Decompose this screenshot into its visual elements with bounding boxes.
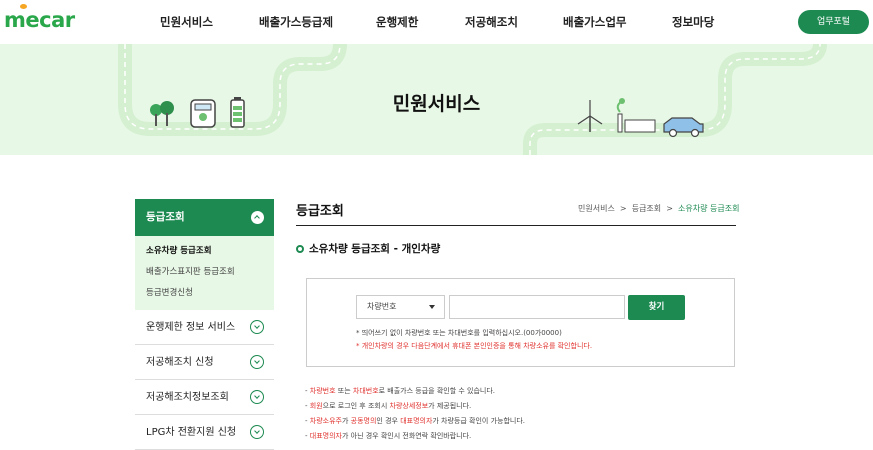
chevron-down-icon [250,390,264,404]
sidebar-item-lpg-conversion[interactable]: LPG차 전환지원 신청 [135,415,274,450]
caret-down-icon [429,305,435,309]
info-note-segment: 으로 로그인 후 조회시 [322,402,390,410]
page-title: 등급조회 [296,204,344,219]
search-type-select[interactable]: 차량번호 [356,295,445,319]
sidebar-subitem-emission-sign[interactable]: 배출가스표지판 등급조회 [146,265,274,286]
info-note-segment: 인 경우 [376,417,401,425]
breadcrumb-item[interactable]: 등급조회 [632,204,661,213]
info-note-segment: 로 배출가스 등급을 확인할 수 있습니다. [378,387,496,395]
main-nav: 민원서비스 배출가스등급제 운행제한 저공해조치 배출가스업무 정보마당 [0,14,873,32]
info-note-line: - 차량번호 또는 차대번호로 배출가스 등급을 확인할 수 있습니다. [305,386,525,401]
nav-item-info[interactable]: 정보마당 [672,14,714,30]
sidebar-active-menu[interactable]: 등급조회 [135,199,274,236]
header: mecar 민원서비스 배출가스등급제 운행제한 저공해조치 배출가스업무 정보… [0,0,873,44]
breadcrumb-item[interactable]: 민원서비스 [578,204,615,213]
banner-title: 민원서비스 [392,93,481,115]
info-note-segment: 대표명의자 [400,417,433,425]
breadcrumb-current: 소유차량 등급조회 [678,204,740,213]
page-banner: 민원서비스 [0,44,873,155]
info-note-line: - 회원으로 로그인 후 조회시 차량상세정보가 제공됩니다. [305,401,525,416]
info-note-line: - 대표명의자가 아닌 경우 확인시 전화연락 확인바랍니다. [305,431,525,446]
sidebar-item-low-emission-info[interactable]: 저공해조치정보조회 [135,380,274,415]
chevron-down-icon [250,355,264,369]
search-panel: 차량번호 찾기 * 띄어쓰기 없이 차량번호 또는 차대번호를 입력하십시오.(… [306,278,735,367]
breadcrumb-separator: > [617,204,630,213]
info-note-segment: 공동명의 [350,417,377,425]
info-note-segment: 가 차량등급 확인이 가능합니다. [432,417,526,425]
chevron-down-icon [250,320,264,334]
nav-item-emission-grade[interactable]: 배출가스등급제 [259,14,333,30]
search-warning: * 개인차량의 경우 다음단계에서 휴대폰 본인인증을 통해 차량소유를 확인합… [356,342,593,350]
search-hint: * 띄어쓰기 없이 차량번호 또는 차대번호를 입력하십시오.(00가0000) [356,329,562,337]
title-divider [296,225,736,226]
info-note-segment: 또는 [335,387,353,395]
nav-item-low-emission[interactable]: 저공해조치 [465,14,518,30]
nav-item-civil-service[interactable]: 민원서비스 [160,14,213,30]
info-note-segment: 가 [341,417,351,425]
nav-item-emission-work[interactable]: 배출가스업무 [563,14,626,30]
info-note-segment: 회원 [309,402,323,410]
info-note-segment: 차량번호 [309,387,336,395]
sidebar-active-label: 등급조회 [146,211,185,223]
info-note-segment: 차량상세정보 [389,402,429,410]
breadcrumb-separator: > [663,204,676,213]
find-button[interactable]: 찾기 [628,295,685,320]
chevron-up-icon [251,211,264,224]
circle-bullet-icon [296,244,304,253]
sidebar-submenu: 소유차량 등급조회 배출가스표지판 등급조회 등급변경신청 [135,236,274,310]
info-note-segment: 가 아닌 경우 확인시 전화연락 확인바랍니다. [341,432,472,440]
sidebar-item-driving-restriction[interactable]: 운행제한 정보 서비스 [135,310,274,345]
info-note-segment: 가 제공됩니다. [428,402,472,410]
section-title: 소유차량 등급조회 - 개인차량 [296,241,440,256]
sidebar-item-low-emission-apply[interactable]: 저공해조치 신청 [135,345,274,380]
sidebar-subitem-grade-change[interactable]: 등급변경신청 [146,286,274,307]
info-note-segment: 차량소유주 [309,417,342,425]
work-portal-button[interactable]: 업무포털 [798,10,869,34]
plate-number-input[interactable] [449,295,625,319]
info-note-line: - 차량소유주가 공동명의인 경우 대표명의자가 차량등급 확인이 가능합니다. [305,416,525,431]
info-note-segment: 차대번호 [352,387,379,395]
chevron-down-icon [250,425,264,439]
sidebar: 등급조회 소유차량 등급조회 배출가스표지판 등급조회 등급변경신청 운행제한 … [135,199,274,450]
info-notes: - 차량번호 또는 차대번호로 배출가스 등급을 확인할 수 있습니다. - 회원… [305,386,525,446]
nav-item-driving-restriction[interactable]: 운행제한 [376,14,418,30]
sidebar-subitem-owned-vehicle[interactable]: 소유차량 등급조회 [146,244,274,265]
breadcrumb: 민원서비스 > 등급조회 > 소유차량 등급조회 [578,203,739,214]
info-note-segment: 대표명의자 [309,432,342,440]
